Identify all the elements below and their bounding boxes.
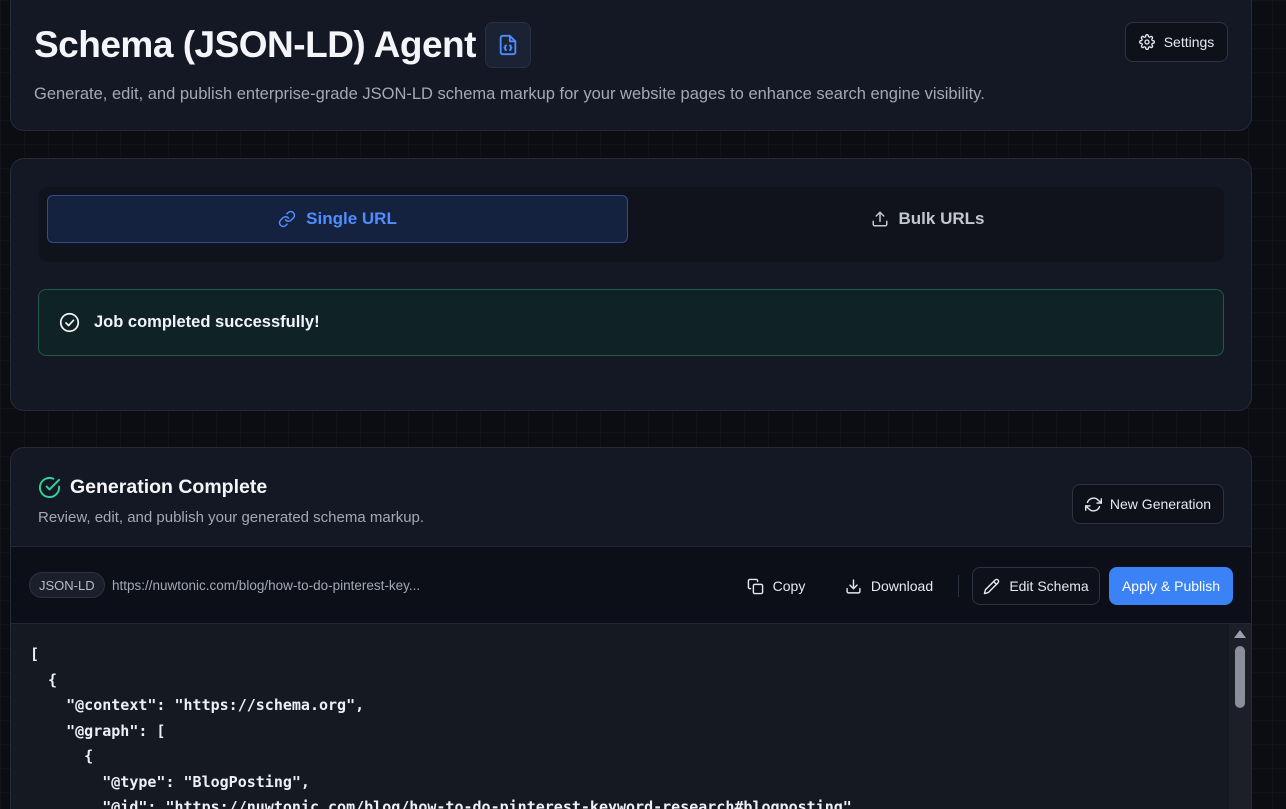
check-circle-icon xyxy=(59,312,80,333)
edit-schema-label: Edit Schema xyxy=(1009,578,1089,594)
input-card: Single URL Bulk URLs Job completed succe… xyxy=(10,158,1252,411)
code-line: "@context": "https://schema.org", xyxy=(30,696,365,714)
schema-toolbar: JSON-LD https://nuwtonic.com/blog/how-to… xyxy=(11,546,1251,624)
code-line: "@id": "https://nuwtonic.com/blog/how-to… xyxy=(30,798,861,809)
code-line: "@graph": [ xyxy=(30,721,166,740)
mode-tabs: Single URL Bulk URLs xyxy=(38,187,1224,262)
json-ld-code: [ { "@context": "https://schema.org", "@… xyxy=(30,642,861,809)
code-line: [ xyxy=(30,645,40,663)
page-url: https://nuwtonic.com/blog/how-to-do-pint… xyxy=(112,578,421,593)
pencil-icon xyxy=(983,578,1000,595)
settings-button[interactable]: Settings xyxy=(1125,22,1228,62)
copy-label: Copy xyxy=(772,578,806,594)
code-scrollbar[interactable] xyxy=(1229,624,1251,809)
download-icon xyxy=(845,578,862,595)
format-badge: JSON-LD xyxy=(29,572,105,598)
edit-schema-button[interactable]: Edit Schema xyxy=(972,567,1100,605)
new-generation-label: New Generation xyxy=(1109,496,1212,512)
schema-file-icon xyxy=(484,22,531,68)
header-card: Schema (JSON-LD) Agent Generate, edit, a… xyxy=(10,0,1252,131)
link-icon xyxy=(278,210,296,228)
results-card: Generation Complete Review, edit, and pu… xyxy=(10,447,1252,809)
download-button[interactable]: Download xyxy=(837,567,941,605)
title-row: Schema (JSON-LD) Agent xyxy=(34,22,531,68)
refresh-icon xyxy=(1084,496,1102,513)
copy-button[interactable]: Copy xyxy=(739,567,813,605)
success-alert: Job completed successfully! xyxy=(38,289,1224,356)
code-line: "@type": "BlogPosting", xyxy=(30,772,310,791)
circle-check-icon xyxy=(38,476,61,499)
results-header: Generation Complete xyxy=(38,476,267,499)
scroll-up-arrow-icon[interactable] xyxy=(1234,630,1246,638)
toolbar-divider xyxy=(958,575,959,597)
results-description: Review, edit, and publish your generated… xyxy=(38,509,425,526)
upload-icon xyxy=(871,210,889,228)
page-subtitle: Generate, edit, and publish enterprise-g… xyxy=(34,85,985,103)
page-title: Schema (JSON-LD) Agent xyxy=(34,24,476,65)
download-label: Download xyxy=(870,578,934,594)
settings-label: Settings xyxy=(1163,34,1215,50)
tab-bulk-urls-label: Bulk URLs xyxy=(898,209,985,228)
scroll-thumb[interactable] xyxy=(1235,646,1245,708)
success-message: Job completed successfully! xyxy=(94,313,320,331)
copy-icon xyxy=(747,578,764,595)
code-line: { xyxy=(30,747,94,765)
code-editor[interactable]: [ { "@context": "https://schema.org", "@… xyxy=(11,624,1251,809)
gear-icon xyxy=(1138,34,1155,50)
tab-bulk-urls[interactable]: Bulk URLs xyxy=(637,195,1218,243)
new-generation-button[interactable]: New Generation xyxy=(1072,484,1224,524)
tab-single-url[interactable]: Single URL xyxy=(47,195,628,243)
results-title: Generation Complete xyxy=(70,476,268,498)
tab-single-url-label: Single URL xyxy=(306,209,397,228)
code-line: { xyxy=(30,670,58,689)
apply-publish-button[interactable]: Apply & Publish xyxy=(1109,567,1233,605)
